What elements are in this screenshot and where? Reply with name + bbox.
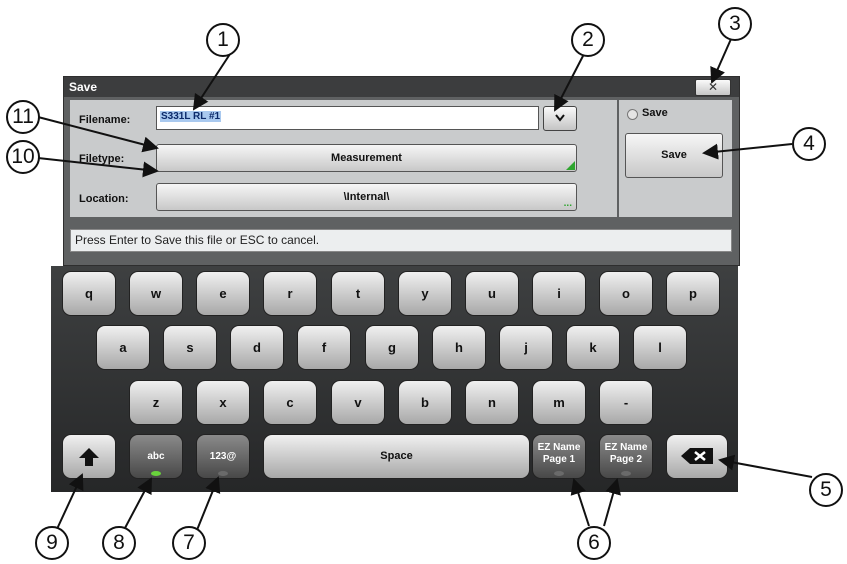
callout-6: 6 [577, 526, 611, 560]
leader-line-2 [554, 53, 585, 112]
callout-11: 11 [6, 100, 40, 134]
leader-line-4 [702, 143, 793, 160]
callout-5: 5 [809, 473, 843, 507]
callout-4: 4 [792, 127, 826, 161]
leader-line-3 [710, 38, 732, 84]
leader-line-11 [37, 116, 159, 153]
leader-line-8 [124, 477, 152, 529]
leader-line-1 [192, 53, 231, 111]
callout-10: 10 [6, 140, 40, 174]
leader-line-5 [718, 454, 813, 478]
leader-line-6a [570, 478, 590, 527]
callout-7: 7 [172, 526, 206, 560]
callout-leader-lines [37, 38, 813, 531]
callout-1: 1 [206, 23, 240, 57]
leader-line-7 [196, 476, 221, 531]
callout-2: 2 [571, 23, 605, 57]
callout-8: 8 [102, 526, 136, 560]
leader-line-10 [37, 157, 159, 178]
leader-line-9 [56, 473, 84, 530]
callout-3: 3 [718, 7, 752, 41]
callout-9: 9 [35, 526, 69, 560]
leader-line-6b [603, 478, 621, 527]
